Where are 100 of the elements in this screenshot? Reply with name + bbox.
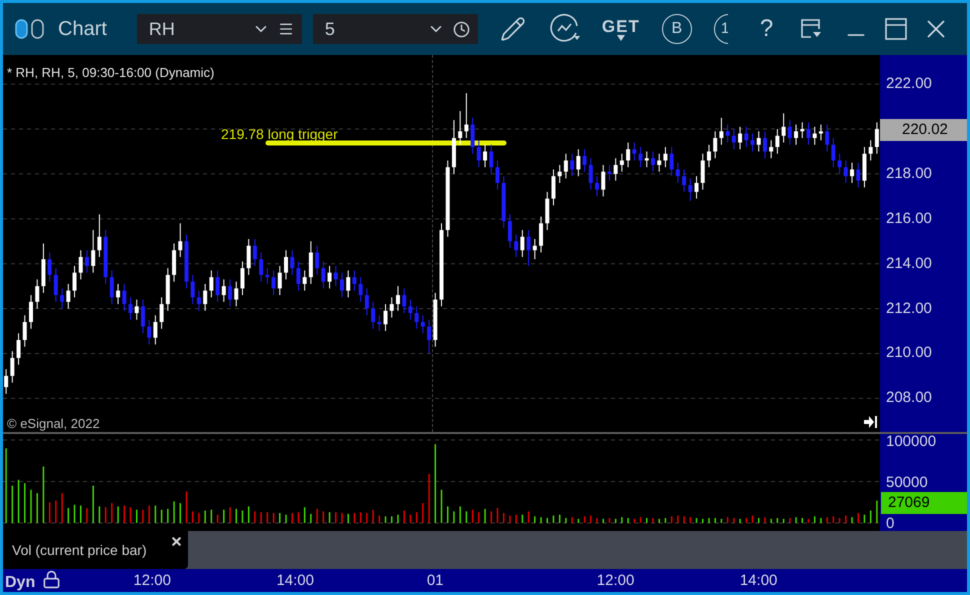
time-tick-label: 01 <box>426 573 444 588</box>
candlestick <box>110 270 114 305</box>
candlestick <box>458 110 462 146</box>
candlestick <box>60 288 64 310</box>
candlestick <box>650 150 655 172</box>
candlestick <box>160 296 164 330</box>
dyn-label[interactable]: Dyn <box>5 571 36 592</box>
symbol-dropdown[interactable]: RH <box>136 14 302 44</box>
candlestick <box>838 153 842 174</box>
candlestick <box>750 133 755 152</box>
price-tick-label: 210.00 <box>886 345 932 360</box>
candlestick <box>10 350 14 384</box>
candlestick <box>284 250 288 280</box>
candlestick <box>384 304 388 332</box>
candlestick <box>769 140 774 159</box>
candlestick <box>54 268 58 302</box>
candlestick <box>91 230 96 274</box>
candlestick <box>296 260 300 292</box>
candlestick <box>800 122 804 139</box>
time-tick-label: 12:00 <box>596 573 634 588</box>
candlestick <box>595 176 600 197</box>
candlestick <box>831 138 836 168</box>
candlestick <box>203 283 208 312</box>
candlestick <box>252 238 257 266</box>
trigger-label: 219.78 long trigger <box>221 125 338 144</box>
lock-icon[interactable] <box>42 570 61 589</box>
candlestick <box>706 144 711 168</box>
candlestick <box>626 142 630 168</box>
candlestick <box>670 146 674 177</box>
window-title: Chart <box>58 17 107 42</box>
candlestick <box>134 299 139 320</box>
candlestick <box>321 260 326 289</box>
candlestick <box>290 250 294 276</box>
volume-tick-label: 0 <box>886 516 894 531</box>
candlestick <box>812 126 817 146</box>
candlestick <box>278 265 282 296</box>
candlestick <box>140 299 145 334</box>
candlestick <box>756 130 761 152</box>
b-button[interactable]: B <box>662 14 692 44</box>
link-toggle-icon[interactable] <box>15 19 46 39</box>
candlestick <box>638 146 643 168</box>
pencil-icon[interactable] <box>500 16 526 42</box>
candlestick <box>414 306 419 330</box>
time-tick-label: 14:00 <box>276 573 314 588</box>
candlestick <box>259 252 264 282</box>
candlestick <box>216 270 220 302</box>
candlestick <box>732 128 736 150</box>
candlestick <box>726 124 730 144</box>
candlestick <box>178 222 182 258</box>
candlestick <box>775 128 780 154</box>
layout-icon[interactable] <box>799 17 824 41</box>
candlestick <box>782 112 786 144</box>
candlestick <box>246 238 251 276</box>
candlestick <box>688 178 692 202</box>
candlestick <box>856 162 860 188</box>
get-button[interactable]: GET <box>602 18 640 40</box>
candlestick <box>402 288 406 314</box>
legend-tab[interactable]: Vol (current price bar) <box>3 531 188 569</box>
interval-dropdown[interactable]: 5 <box>312 14 478 44</box>
candlestick <box>850 162 854 184</box>
current-volume-badge: 27069 <box>881 492 967 514</box>
candlestick <box>644 150 649 168</box>
candlestick <box>240 260 244 296</box>
candlestick <box>470 117 475 154</box>
candlestick <box>328 265 332 289</box>
go-to-end-icon[interactable] <box>864 416 878 428</box>
candlestick <box>16 332 21 366</box>
candlestick <box>78 250 83 280</box>
candlestick <box>719 117 724 146</box>
candlestick <box>489 144 494 174</box>
candlestick <box>582 148 587 172</box>
candlestick <box>744 126 748 148</box>
candlestick <box>371 301 376 330</box>
candlestick <box>570 153 574 177</box>
candlestick <box>222 278 226 302</box>
candlestick <box>694 176 699 200</box>
candlestick <box>427 319 432 354</box>
candlestick <box>576 148 580 177</box>
candlestick <box>700 153 705 190</box>
price-tick-label: 212.00 <box>886 300 932 316</box>
menu-icon[interactable] <box>278 21 294 37</box>
clock-icon[interactable] <box>452 20 470 38</box>
help-button[interactable]: ? <box>760 11 774 47</box>
maximize-icon[interactable] <box>885 18 908 40</box>
caret-icon <box>616 34 625 40</box>
candlestick <box>614 158 618 182</box>
legend-label: Vol (current price bar) <box>12 541 147 560</box>
candlestick <box>272 270 276 296</box>
candlestick <box>464 92 468 139</box>
candlestick <box>539 216 544 253</box>
candlestick <box>408 299 412 320</box>
candlestick <box>788 120 792 146</box>
candlestick <box>302 270 307 292</box>
copyright-text: © eSignal, 2022 <box>7 415 100 433</box>
candlestick <box>794 124 798 146</box>
close-icon[interactable] <box>170 535 183 548</box>
candlestick <box>196 290 201 312</box>
candlestick <box>825 124 830 152</box>
candlestick <box>558 164 562 184</box>
candlestick <box>97 214 102 258</box>
